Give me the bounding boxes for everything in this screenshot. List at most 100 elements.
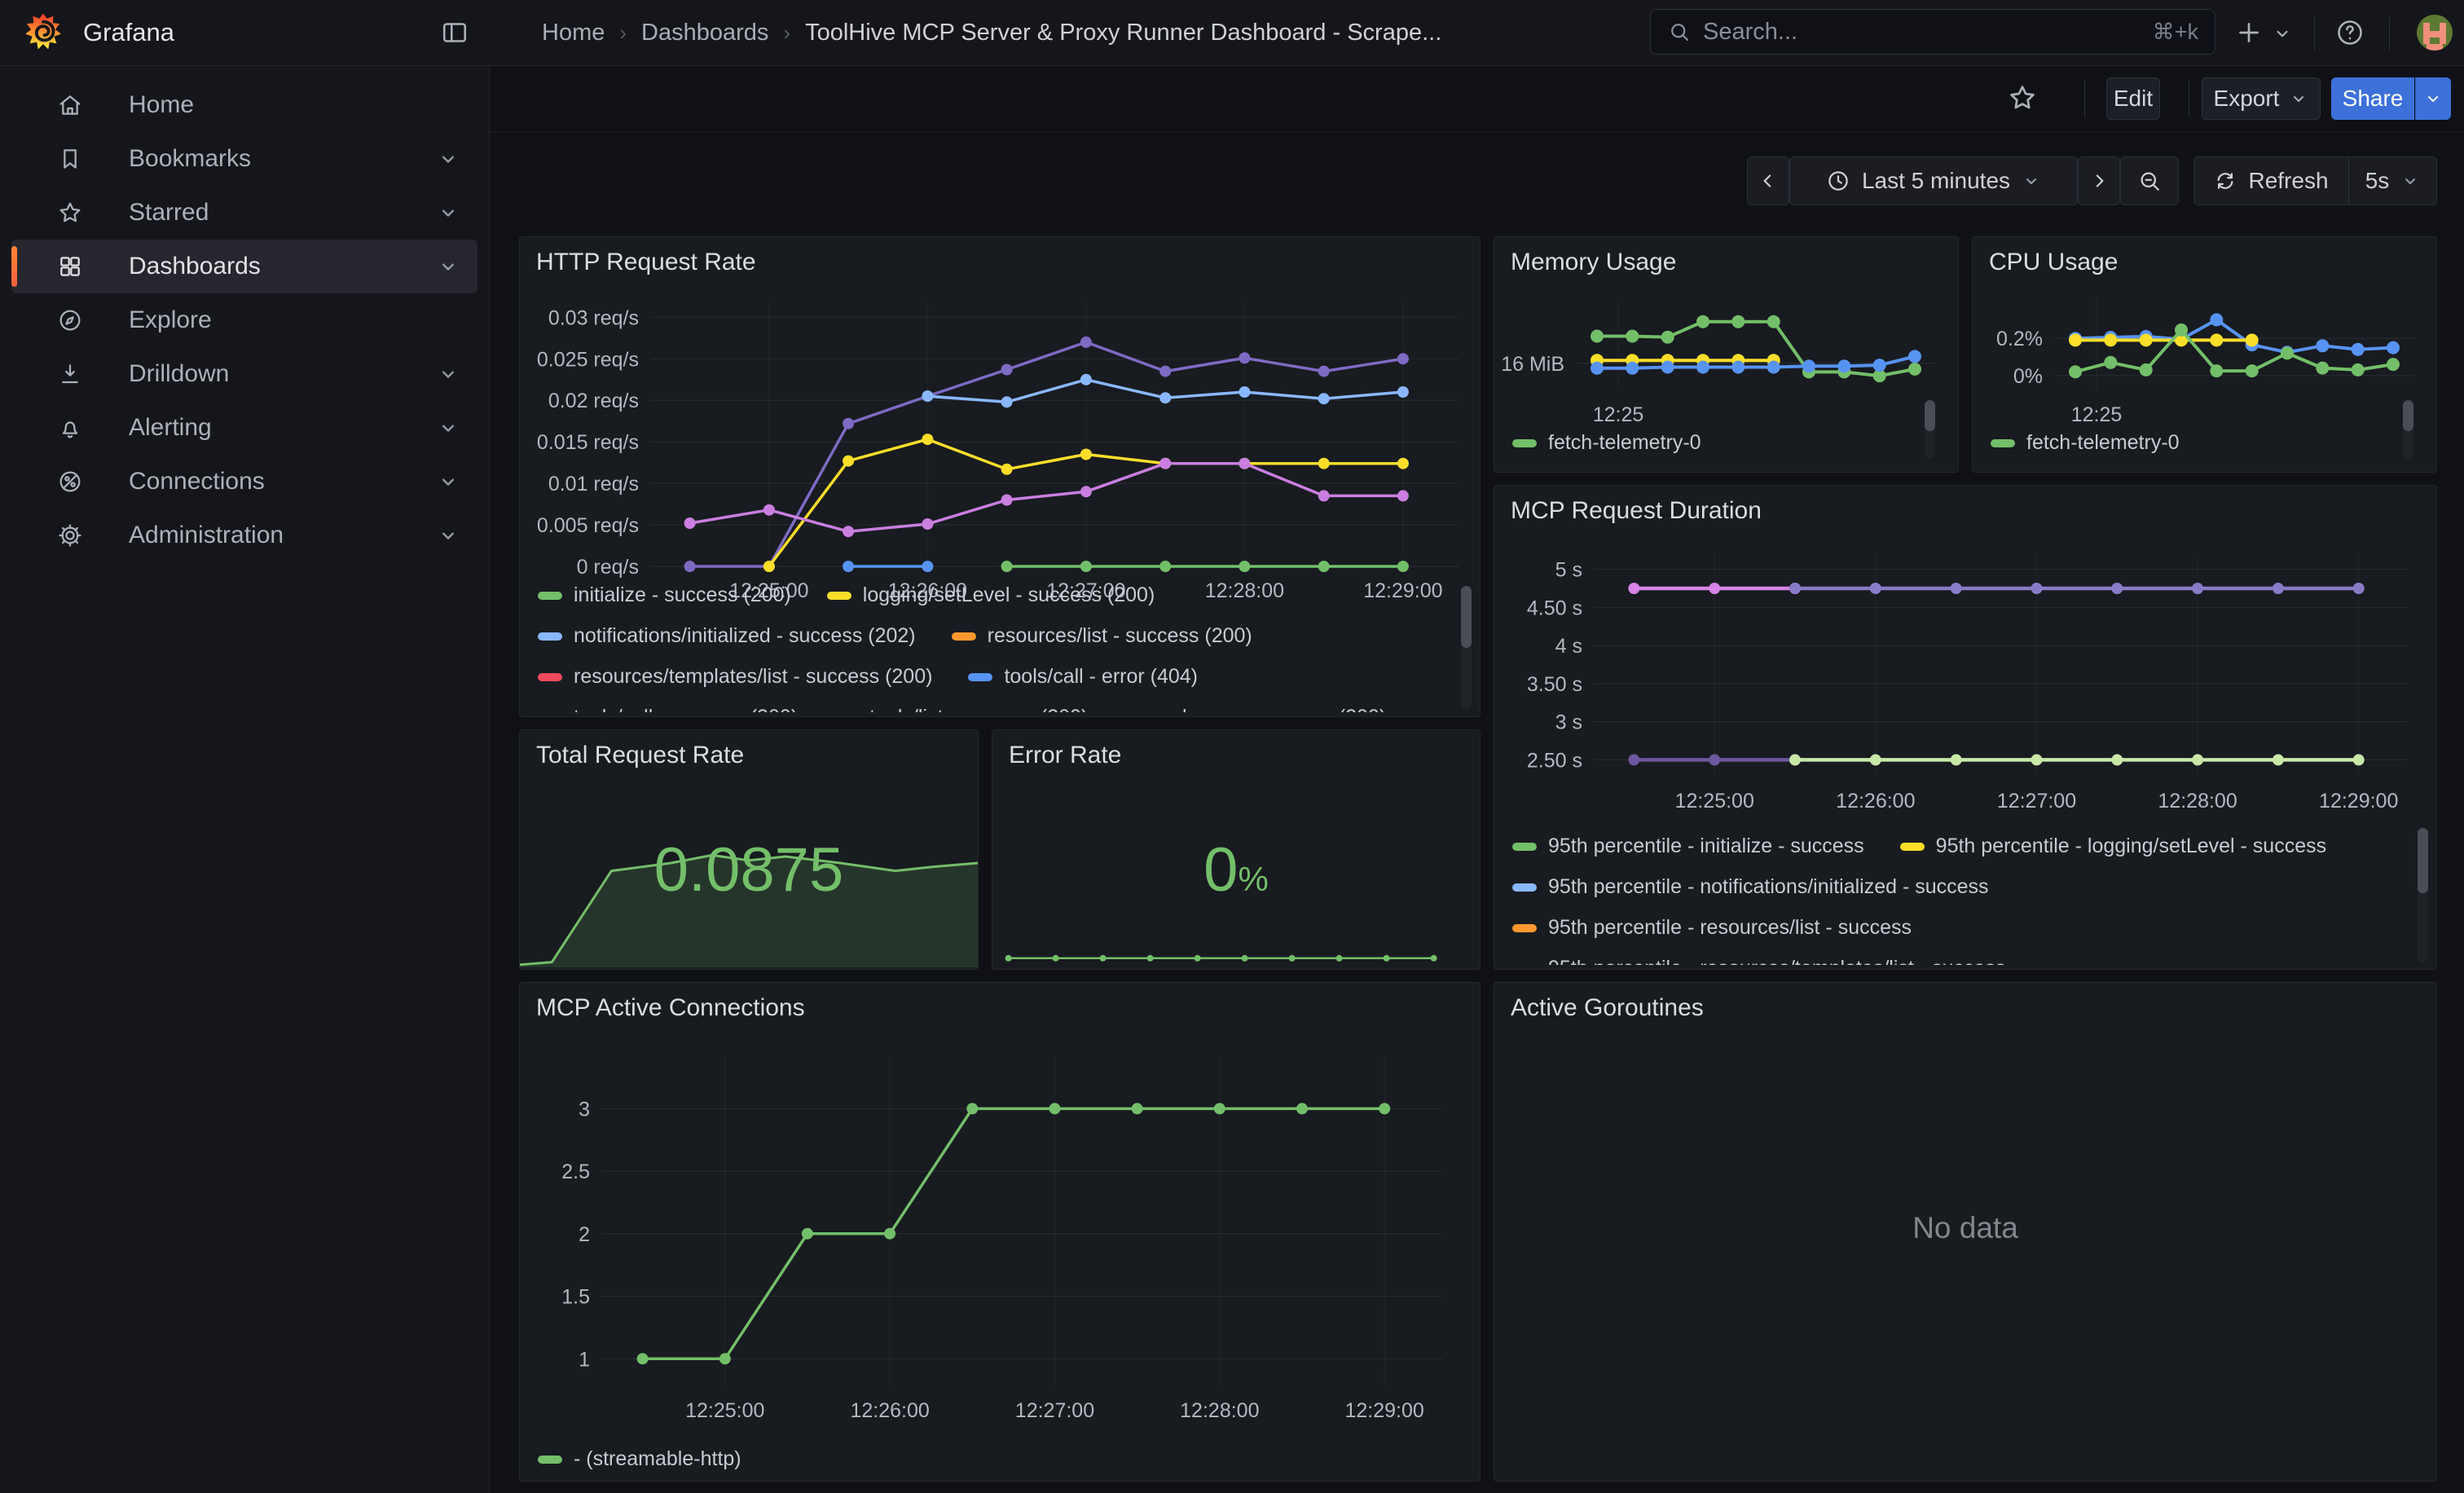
add-button[interactable] bbox=[2234, 18, 2264, 47]
sidebar-toggle-icon[interactable] bbox=[440, 18, 469, 47]
chevron-down-icon[interactable] bbox=[437, 416, 460, 439]
chevron-down-icon[interactable] bbox=[437, 470, 460, 493]
chevron-down-icon[interactable] bbox=[437, 363, 460, 385]
error-rate-number: 0 bbox=[1203, 835, 1238, 905]
bookmark-icon bbox=[57, 146, 83, 172]
legend-item[interactable]: - (streamable-http) bbox=[538, 1447, 741, 1471]
legend-scrollbar[interactable] bbox=[1461, 586, 1472, 710]
legend-scrollbar[interactable] bbox=[1925, 400, 1935, 459]
legend-item[interactable]: notifications/initialized - success (202… bbox=[538, 624, 916, 648]
error-rate-unit: % bbox=[1238, 860, 1268, 898]
breadcrumb-item[interactable]: Home bbox=[542, 20, 605, 46]
svg-text:0 req/s: 0 req/s bbox=[577, 556, 639, 579]
svg-text:0.01 req/s: 0.01 req/s bbox=[548, 473, 639, 495]
breadcrumb-separator: › bbox=[783, 20, 790, 46]
memory-usage-chart[interactable]: 16 MiB12:25 bbox=[1501, 286, 1949, 423]
legend-item[interactable]: logging/setLevel - success (200) bbox=[827, 584, 1155, 607]
grafana-logo-icon[interactable] bbox=[23, 12, 64, 53]
search-placeholder: Search... bbox=[1703, 19, 2141, 46]
legend-item[interactable]: fetch-telemetry-0 bbox=[1512, 431, 1701, 455]
panel-title[interactable]: MCP Active Connections bbox=[536, 994, 805, 1022]
legend-item[interactable]: resources/list - success (200) bbox=[952, 624, 1252, 648]
refresh-icon bbox=[2214, 170, 2237, 192]
subheader-divider bbox=[2084, 80, 2085, 117]
sidebar-item-drilldown[interactable]: Drilldown bbox=[11, 347, 477, 401]
sidebar-item-connections[interactable]: Connections bbox=[11, 455, 477, 509]
legend-item[interactable]: 95th percentile - resources/list - succe… bbox=[1512, 916, 1912, 940]
chevron-down-icon[interactable] bbox=[437, 524, 460, 547]
breadcrumb-item[interactable]: Dashboards bbox=[641, 20, 768, 46]
svg-text:2: 2 bbox=[579, 1223, 590, 1246]
share-chevron-button[interactable] bbox=[2415, 77, 2451, 120]
cpu-usage-chart[interactable]: 0.2%0%12:25 bbox=[1979, 286, 2427, 423]
edit-button[interactable]: Edit bbox=[2106, 77, 2160, 120]
chevron-down-icon[interactable] bbox=[437, 148, 460, 170]
legend-item[interactable]: tools/list - success (200) bbox=[834, 706, 1088, 712]
panel-title[interactable]: Error Rate bbox=[1009, 742, 1121, 769]
svg-text:16 MiB: 16 MiB bbox=[1501, 353, 1564, 376]
refresh-button[interactable]: Refresh bbox=[2193, 156, 2349, 205]
legend-item[interactable]: resources/templates/list - success (200) bbox=[538, 665, 932, 689]
svg-text:12:27:00: 12:27:00 bbox=[1015, 1399, 1094, 1422]
add-chevron-down-icon[interactable] bbox=[2272, 23, 2293, 44]
sidebar-item-alerting[interactable]: Alerting bbox=[11, 401, 477, 455]
sidebar-item-label: Explore bbox=[129, 306, 437, 334]
star-dashboard-icon[interactable] bbox=[2007, 82, 2036, 112]
sidebar-item-bookmarks[interactable]: Bookmarks bbox=[11, 132, 477, 186]
panel-title[interactable]: Active Goroutines bbox=[1511, 994, 1704, 1022]
panel-title[interactable]: Total Request Rate bbox=[536, 742, 744, 769]
mcp-request-duration-chart[interactable]: 5 s4.50 s4 s3.50 s3 s2.50 s12:25:0012:26… bbox=[1504, 536, 2425, 821]
legend-item[interactable]: tools/call - success (200) bbox=[538, 706, 798, 712]
compass-icon bbox=[57, 307, 83, 333]
http-request-rate-chart[interactable]: 0 req/s0.005 req/s0.01 req/s0.015 req/s0… bbox=[528, 288, 1473, 614]
panel-title[interactable]: Memory Usage bbox=[1511, 249, 1676, 276]
panel-total-request-rate: Total Request Rate 0.0875 bbox=[519, 729, 979, 970]
legend-swatch bbox=[538, 592, 562, 600]
sidebar-item-dashboards[interactable]: Dashboards bbox=[11, 240, 477, 293]
svg-text:12:28:00: 12:28:00 bbox=[2158, 790, 2237, 813]
panel-mcp-active-connections: MCP Active Connections 32.521.5112:25:00… bbox=[519, 982, 1481, 1482]
legend-item[interactable]: 95th percentile - initialize - success bbox=[1512, 835, 1864, 858]
svg-text:0.2%: 0.2% bbox=[1996, 328, 2043, 350]
legend-item[interactable]: fetch-telemetry-0 bbox=[1991, 431, 2180, 455]
legend-swatch bbox=[1900, 843, 1925, 851]
search-input[interactable]: Search... ⌘+k bbox=[1650, 9, 2215, 55]
export-button[interactable]: Export bbox=[2202, 77, 2321, 120]
legend-item[interactable]: initialize - success (200) bbox=[538, 584, 791, 607]
panel-title[interactable]: MCP Request Duration bbox=[1511, 497, 1762, 525]
legend-item[interactable]: 95th percentile - logging/setLevel - suc… bbox=[1900, 835, 2326, 858]
legend-item[interactable]: 95th percentile - notifications/initiali… bbox=[1512, 875, 1989, 899]
breadcrumb: Home›Dashboards›ToolHive MCP Server & Pr… bbox=[542, 20, 1441, 46]
sidebar-item-home[interactable]: Home bbox=[11, 78, 477, 132]
legend-swatch bbox=[1512, 924, 1537, 932]
legend: 95th percentile - initialize - success 95… bbox=[1512, 835, 2412, 965]
zoom-out-button[interactable] bbox=[2120, 156, 2179, 205]
refresh-interval-picker[interactable]: 5s bbox=[2349, 156, 2437, 205]
mcp-active-connections-chart[interactable]: 32.521.5112:25:0012:26:0012:27:0012:28:0… bbox=[530, 1033, 1467, 1445]
time-forward-button[interactable] bbox=[2078, 156, 2120, 205]
time-back-button[interactable] bbox=[1747, 156, 1789, 205]
panel-title[interactable]: HTTP Request Rate bbox=[536, 249, 756, 276]
legend-item[interactable]: 95th percentile - resources/templates/li… bbox=[1512, 957, 2005, 965]
home-icon bbox=[57, 92, 83, 118]
sidebar-item-administration[interactable]: Administration bbox=[11, 509, 477, 562]
sidebar-item-starred[interactable]: Starred bbox=[11, 186, 477, 240]
legend-item[interactable]: unknown - success (200) bbox=[1124, 706, 1386, 712]
chevron-down-icon[interactable] bbox=[437, 255, 460, 278]
legend-scrollbar[interactable] bbox=[2403, 400, 2413, 459]
time-range-picker[interactable]: Last 5 minutes bbox=[1789, 156, 2078, 205]
total-request-rate-value: 0.0875 bbox=[520, 835, 978, 905]
svg-text:3 s: 3 s bbox=[1555, 711, 1582, 734]
avatar[interactable] bbox=[2417, 15, 2453, 51]
chevron-down-icon[interactable] bbox=[437, 201, 460, 224]
legend-scrollbar[interactable] bbox=[2418, 828, 2428, 962]
no-data-message: No data bbox=[1494, 1211, 2436, 1245]
legend-item[interactable]: tools/call - error (404) bbox=[968, 665, 1198, 689]
help-icon[interactable] bbox=[2335, 18, 2365, 47]
share-button[interactable]: Share bbox=[2331, 77, 2414, 120]
panel-title[interactable]: CPU Usage bbox=[1989, 249, 2118, 276]
error-rate-sparkline[interactable] bbox=[996, 946, 1475, 967]
legend-swatch bbox=[827, 592, 851, 600]
sidebar-item-explore[interactable]: Explore bbox=[11, 293, 477, 347]
clock-icon bbox=[1826, 169, 1850, 193]
